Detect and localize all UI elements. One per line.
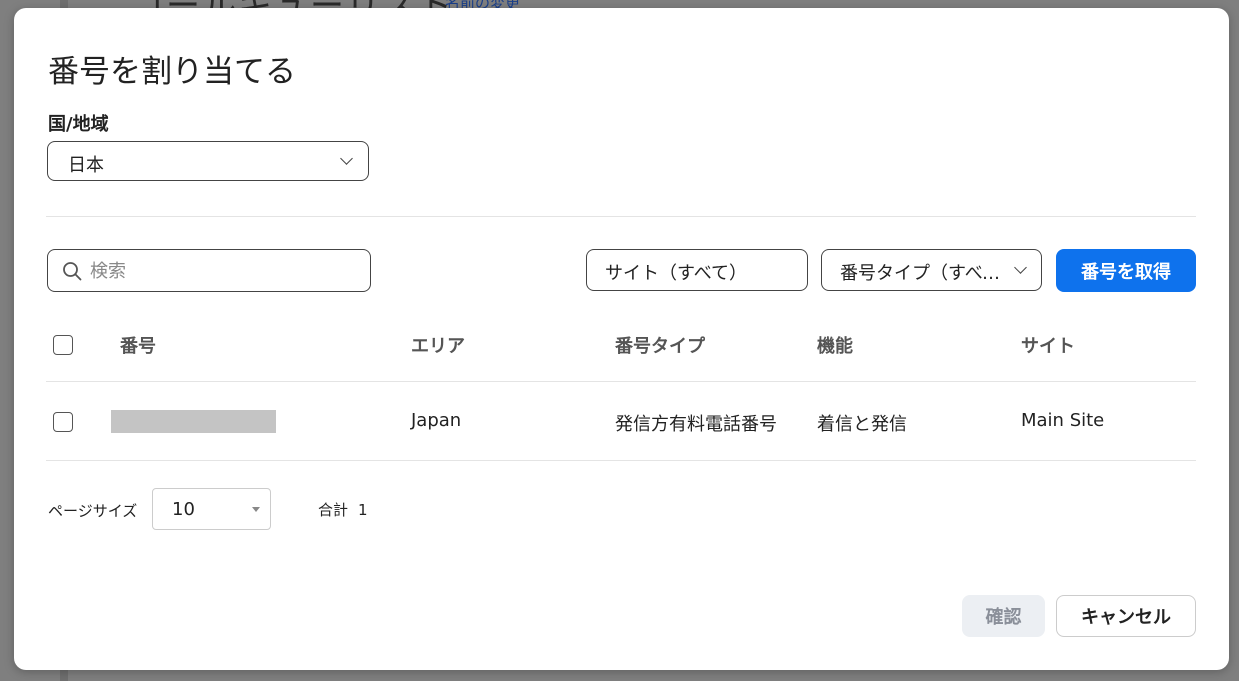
site-filter[interactable]: サイト（すべて） [586, 249, 808, 291]
number-type-filter[interactable]: 番号タイプ（すべて） [821, 249, 1042, 291]
site-filter-label: サイト（すべて） [605, 263, 748, 284]
row-site: Main Site [1021, 410, 1105, 431]
select-all-checkbox[interactable] [53, 335, 73, 355]
chevron-down-icon [1014, 261, 1027, 274]
column-header-number-type[interactable]: 番号タイプ [615, 332, 705, 358]
dialog-title: 番号を割り当てる [48, 54, 296, 90]
table-row-divider [46, 460, 1196, 461]
column-header-area[interactable]: エリア [411, 332, 465, 358]
column-header-number[interactable]: 番号 [120, 332, 156, 358]
section-divider [46, 216, 1196, 217]
row-capability: 着信と発信 [817, 414, 907, 435]
page-size-value: 10 [172, 499, 195, 520]
masked-phone-number [111, 410, 276, 433]
number-type-filter-label: 番号タイプ（すべて） [840, 263, 1006, 284]
row-checkbox[interactable] [53, 412, 73, 432]
row-area: Japan [411, 410, 462, 431]
assign-number-dialog: 番号を割り当てる 国/地域 日本 サイト（すべて） 番号タイプ（すべて） 番号を… [14, 8, 1229, 670]
total-label: 合計 [318, 501, 349, 519]
page-size-select[interactable]: 10 [152, 488, 271, 530]
column-header-capability[interactable]: 機能 [817, 332, 853, 358]
column-header-site[interactable]: サイト [1021, 332, 1075, 358]
search-icon [63, 262, 82, 281]
chevron-down-icon [340, 152, 353, 165]
get-number-button[interactable]: 番号を取得 [1056, 249, 1196, 292]
search-input[interactable] [88, 258, 352, 284]
cancel-button[interactable]: キャンセル [1056, 595, 1196, 637]
caret-down-icon [252, 507, 260, 512]
region-select[interactable]: 日本 [47, 141, 369, 181]
search-box[interactable] [47, 249, 371, 292]
total-value: 1 [358, 501, 368, 519]
region-label: 国/地域 [48, 114, 109, 135]
confirm-button[interactable]: 確認 [962, 595, 1045, 637]
row-number-type: 発信方有料電話番号 [615, 414, 777, 435]
table-header-divider [46, 381, 1196, 382]
page-size-label: ページサイズ [48, 502, 138, 520]
total-count: 合計 1 [318, 499, 368, 520]
region-select-value: 日本 [68, 155, 104, 176]
